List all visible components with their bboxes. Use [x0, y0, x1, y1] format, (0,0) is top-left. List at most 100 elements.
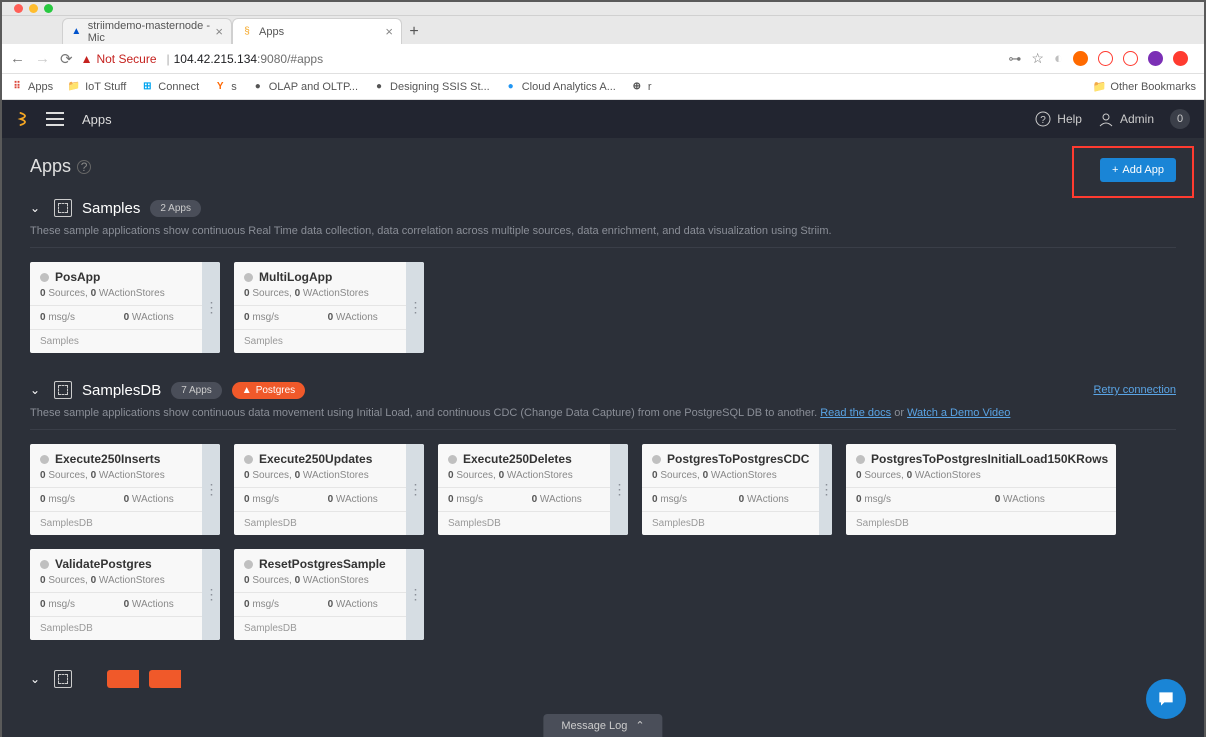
card-metrics: 0 msg/s0 WActions — [438, 487, 610, 511]
card-metrics: 0 msg/s0 WActions — [234, 487, 406, 511]
card-metrics: 0 msg/s0 WActions — [234, 305, 406, 329]
profile-avatar[interactable] — [1148, 51, 1163, 66]
card-namespace: SamplesDB — [234, 616, 406, 640]
card-namespace: SamplesDB — [846, 511, 1116, 535]
browser-tab-1[interactable]: § Apps × — [232, 18, 402, 44]
bookmark-icon: Y — [213, 80, 227, 94]
chat-button[interactable] — [1146, 679, 1186, 719]
ext-icon[interactable]: ◐ — [1054, 50, 1063, 67]
card-metrics: 0 msg/s0 WActions — [846, 487, 1116, 511]
tab-favicon: § — [241, 26, 253, 38]
status-dot-icon — [244, 273, 253, 282]
close-icon[interactable]: × — [215, 24, 223, 39]
retry-link[interactable]: Retry connection — [1093, 384, 1176, 396]
card-menu-button[interactable]: ⋮ — [819, 444, 832, 535]
video-link[interactable]: Watch a Demo Video — [907, 407, 1010, 419]
card-namespace: SamplesDB — [642, 511, 819, 535]
warning-icon: ▲ — [81, 52, 93, 66]
star-icon[interactable]: ☆ — [1031, 50, 1044, 67]
doc-link[interactable]: Read the docs — [820, 407, 891, 419]
status-dot-icon — [40, 455, 49, 464]
bookmark-item[interactable]: ⊕r — [630, 80, 652, 94]
app-card[interactable]: Execute250Updates 0 Sources, 0 WActionSt… — [234, 444, 424, 535]
card-namespace: SamplesDB — [438, 511, 610, 535]
bookmark-item[interactable]: ⠿Apps — [10, 80, 53, 94]
card-title: Execute250Deletes — [438, 444, 610, 470]
ext-icon[interactable] — [1173, 51, 1188, 66]
chevron-down-icon[interactable]: ⌄ — [30, 672, 44, 686]
add-app-button[interactable]: + Add App — [1100, 158, 1176, 182]
bookmark-icon: 📁 — [67, 80, 81, 94]
namespace-icon — [54, 199, 72, 217]
app-card[interactable]: PostgresToPostgresInitialLoad150KRows 0 … — [846, 444, 1116, 535]
card-menu-button[interactable]: ⋮ — [202, 444, 220, 535]
app-card[interactable]: PosApp 0 Sources, 0 WActionStores 0 msg/… — [30, 262, 220, 353]
card-menu-button[interactable]: ⋮ — [406, 549, 424, 640]
bookmark-item[interactable]: ●Cloud Analytics A... — [504, 80, 616, 94]
app-card[interactable]: ResetPostgresSample 0 Sources, 0 WAction… — [234, 549, 424, 640]
bookmark-icon: ⠿ — [10, 80, 24, 94]
app-card[interactable]: Execute250Deletes 0 Sources, 0 WActionSt… — [438, 444, 628, 535]
app-card[interactable]: Execute250Inserts 0 Sources, 0 WActionSt… — [30, 444, 220, 535]
card-menu-button[interactable]: ⋮ — [202, 262, 220, 353]
chevron-down-icon[interactable]: ⌄ — [30, 201, 44, 215]
forward-button[interactable]: → — [35, 50, 50, 67]
bookmark-item[interactable]: 📁IoT Stuff — [67, 80, 126, 94]
status-dot-icon — [244, 560, 253, 569]
key-icon[interactable]: ⊶ — [1008, 51, 1021, 67]
status-dot-icon — [40, 273, 49, 282]
app-card[interactable]: PostgresToPostgresCDC 0 Sources, 0 WActi… — [642, 444, 832, 535]
close-icon[interactable]: × — [385, 24, 393, 39]
reload-button[interactable]: ⟳ — [60, 50, 73, 68]
card-menu-button[interactable]: ⋮ — [406, 444, 424, 535]
window-close-dot[interactable] — [14, 4, 23, 13]
card-sub: 0 Sources, 0 WActionStores — [234, 470, 406, 487]
card-metrics: 0 msg/s0 WActions — [642, 487, 819, 511]
section-description: These sample applications show continuou… — [30, 225, 1176, 237]
help-link[interactable]: ? Help — [1035, 111, 1082, 127]
divider — [30, 247, 1176, 248]
app-shell: Apps ? Help Admin 0 Apps ? + Add App — [2, 100, 1204, 737]
tab-favicon: ▲ — [71, 26, 82, 38]
divider — [30, 429, 1176, 430]
notification-badge[interactable]: 0 — [1170, 109, 1190, 129]
section-header: ⌄ SamplesDB 7 Apps▲PostgresRetry connect… — [30, 381, 1176, 399]
card-sub: 0 Sources, 0 WActionStores — [30, 470, 202, 487]
help-icon[interactable]: ? — [77, 160, 91, 174]
chevron-down-icon[interactable]: ⌄ — [30, 383, 44, 397]
message-log-toggle[interactable]: Message Log ⌃ — [543, 714, 662, 737]
new-tab-button[interactable]: + — [402, 20, 426, 44]
breadcrumb: Apps — [82, 112, 112, 127]
card-menu-button[interactable]: ⋮ — [202, 549, 220, 640]
app-card[interactable]: ValidatePostgres 0 Sources, 0 WActionSto… — [30, 549, 220, 640]
app-card[interactable]: MultiLogApp 0 Sources, 0 WActionStores 0… — [234, 262, 424, 353]
menu-button[interactable] — [46, 112, 64, 126]
admin-link[interactable]: Admin — [1098, 111, 1154, 127]
card-namespace: SamplesDB — [30, 616, 202, 640]
bookmark-item[interactable]: ●Designing SSIS St... — [372, 80, 490, 94]
browser-tab-0[interactable]: ▲ striimdemo-masternode - Mic × — [62, 18, 232, 44]
tab-title: striimdemo-masternode - Mic — [88, 20, 216, 44]
ext-icon[interactable] — [1073, 51, 1088, 66]
card-sub: 0 Sources, 0 WActionStores — [438, 470, 610, 487]
bookmark-item[interactable]: ⊞Connect — [140, 80, 199, 94]
card-title: MultiLogApp — [234, 262, 406, 288]
namespace-icon — [54, 381, 72, 399]
card-menu-button[interactable]: ⋮ — [406, 262, 424, 353]
bookmark-item[interactable]: ●OLAP and OLTP... — [251, 80, 358, 94]
window-min-dot[interactable] — [29, 4, 38, 13]
url-path: :9080/#apps — [257, 52, 323, 66]
section-name: SamplesDB — [82, 382, 161, 399]
url-field[interactable]: ▲Not Secure | 104.42.215.134:9080/#apps — [81, 52, 1001, 66]
back-button[interactable]: ← — [10, 50, 25, 67]
card-menu-button[interactable]: ⋮ — [610, 444, 628, 535]
window-max-dot[interactable] — [44, 4, 53, 13]
other-bookmarks[interactable]: 📁 Other Bookmarks — [1092, 80, 1196, 94]
browser-tab-strip: ▲ striimdemo-masternode - Mic × § Apps ×… — [2, 16, 1204, 44]
ext-icon[interactable] — [1098, 51, 1113, 66]
bookmark-item[interactable]: Ys — [213, 80, 237, 94]
section-description: These sample applications show continuou… — [30, 407, 1176, 419]
card-metrics: 0 msg/s0 WActions — [30, 487, 202, 511]
ext-icon[interactable] — [1123, 51, 1138, 66]
warn-pill-partial — [107, 670, 139, 688]
